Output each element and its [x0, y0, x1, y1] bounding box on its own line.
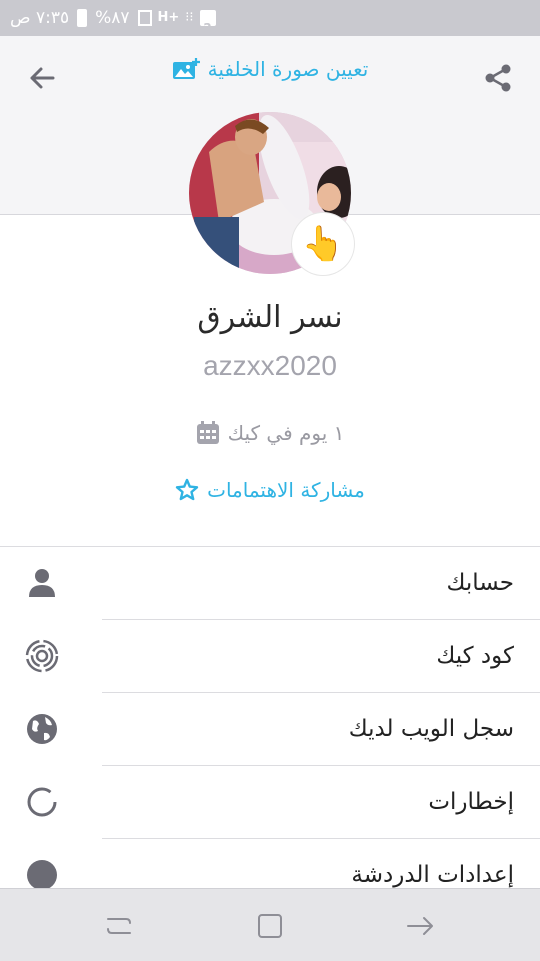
menu-item-label: إخطارات [428, 789, 514, 815]
menu-item-label: كود كيك [436, 643, 514, 669]
set-background-button[interactable]: تعيين صورة الخلفية [0, 54, 540, 84]
home-icon[interactable] [253, 909, 287, 943]
star-icon [175, 478, 199, 501]
back-nav-icon[interactable] [404, 909, 438, 943]
pointing-hand-emoji-icon: 👆 [301, 224, 345, 264]
days-on-kik-label: ١ يوم في كيك [227, 421, 345, 445]
signal-icon [137, 10, 152, 26]
username: azzxx2020 [203, 350, 337, 381]
share-interests-button[interactable]: مشاركة الاهتمامات [0, 478, 540, 502]
image-add-icon [172, 58, 200, 79]
system-nav-bar [0, 888, 540, 961]
status-left: ٧:٣٥ ص %٨٧ H+ ⁝⁝ 2 [10, 0, 216, 36]
display-name: نسر الشرق [197, 300, 343, 335]
person-icon [29, 569, 55, 597]
recent-apps-icon[interactable] [102, 909, 136, 943]
menu-item-web-history[interactable]: سجل الويب لديك [0, 693, 540, 766]
wifi-icon: ⁝⁝ [185, 10, 194, 25]
set-background-label: تعيين صورة الخلفية [207, 57, 369, 81]
settings-menu: حسابك كود كيك سجل الويب لديك إخطارات إعد… [0, 547, 540, 912]
globe-icon [27, 714, 57, 744]
signal-icons: H+ ⁝⁝ 2 [137, 0, 216, 36]
battery-percent: %٨٧ [95, 8, 130, 28]
menu-item-notifications[interactable]: إخطارات [0, 766, 540, 839]
menu-item-your-account[interactable]: حسابك [0, 547, 540, 620]
battery-icon [77, 9, 88, 27]
calendar-icon [196, 421, 219, 444]
status-bar: ٧:٣٥ ص %٨٧ H+ ⁝⁝ 2 [0, 0, 540, 36]
notification-badge: 2 [199, 10, 216, 35]
status-emoji-badge[interactable]: 👆 [292, 213, 354, 275]
menu-item-label: حسابك [446, 570, 514, 596]
network-h-plus-icon: H+ [157, 10, 180, 25]
kik-code-icon [25, 639, 59, 673]
status-icons [77, 9, 88, 27]
menu-item-kik-code[interactable]: كود كيك [0, 620, 540, 693]
share-icon[interactable] [482, 62, 514, 94]
menu-item-label: سجل الويب لديك [348, 716, 514, 742]
notification-ring-icon [27, 787, 57, 817]
share-interests-label: مشاركة الاهتمامات [207, 478, 365, 502]
status-time: ٧:٣٥ ص [10, 8, 70, 28]
days-on-kik: ١ يوم في كيك [0, 421, 540, 445]
